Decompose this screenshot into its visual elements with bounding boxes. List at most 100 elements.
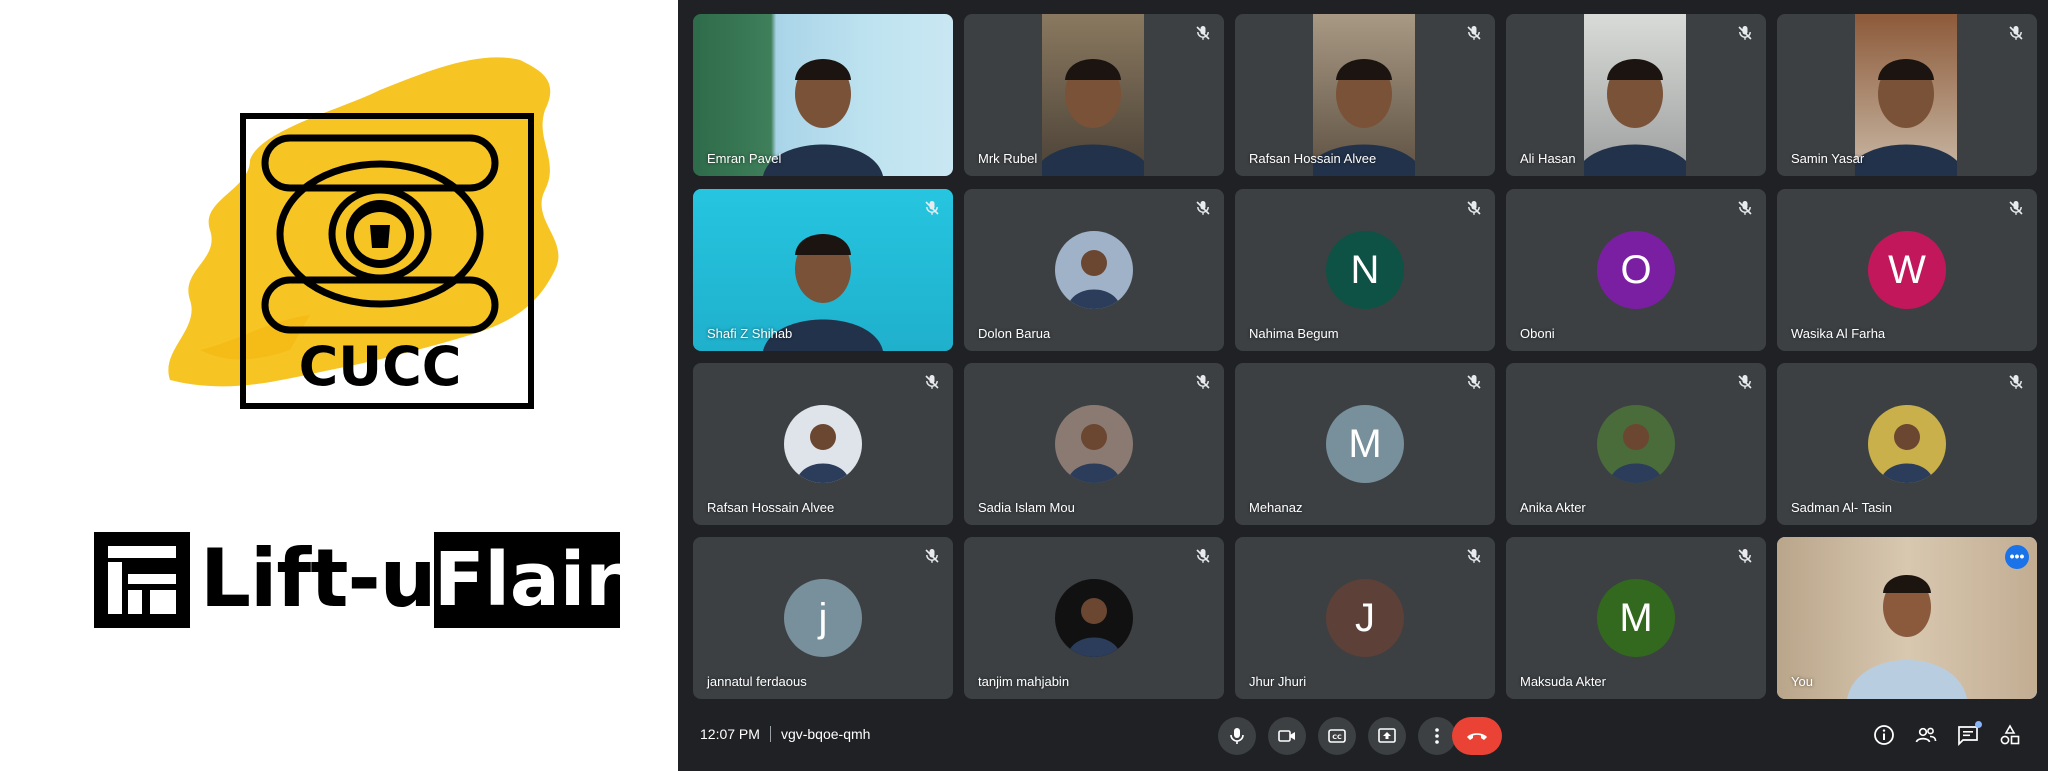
captions-button[interactable]: CC [1318,717,1356,755]
mic-off-icon [2007,24,2025,42]
mic-off-icon [923,199,941,217]
participant-name: Samin Yasar [1791,151,1865,166]
participant-photo-avatar [1055,405,1133,483]
participant-video [1584,14,1686,176]
mic-off-icon [1194,24,1212,42]
activities-icon [2000,724,2020,745]
mic-off-icon [923,547,941,565]
flair-text: Flair [434,537,622,623]
participant-name: Wasika Al Farha [1791,326,1886,341]
divider [769,726,771,742]
svg-text:CC: CC [1332,733,1342,741]
participant-name: Dolon Barua [978,326,1051,341]
present-icon [1378,728,1396,743]
participant-photo-avatar [1055,231,1133,309]
present-button[interactable] [1368,717,1406,755]
participant-tile[interactable]: Shafi Z Shihab [693,189,953,351]
mic-off-icon [923,373,941,391]
participant-name: tanjim mahjabin [978,674,1070,689]
self-tile-options-button[interactable]: ••• [2005,545,2029,569]
participant-name: Ali Hasan [1520,151,1576,166]
participant-tile[interactable]: Mrk Rubel [964,14,1224,176]
participant-tile[interactable]: Rafsan Hossain Alvee [1235,14,1495,176]
participant-name: Shafi Z Shihab [707,326,793,341]
participant-tile[interactable]: Rafsan Hossain Alvee [693,363,953,525]
meeting-info: 12:07 PM vgv-bqoe-qmh [700,726,870,742]
participant-photo-avatar [1868,405,1946,483]
participant-initial-avatar: N [1326,231,1404,309]
leave-call-button[interactable] [1452,717,1502,755]
captions-icon: CC [1328,729,1346,743]
chat-notification-dot [1975,721,1982,728]
more-options-button[interactable] [1418,717,1456,755]
participant-name: Rafsan Hossain Alvee [707,500,835,515]
participant-name: Anika Akter [1520,500,1586,515]
meeting-time: 12:07 PM [700,726,760,742]
participant-tile[interactable]: Dolon Barua [964,189,1224,351]
mic-off-icon [1736,547,1754,565]
participant-name: Emran Pavel [707,151,782,166]
mic-off-icon [1465,547,1483,565]
mic-off-icon [1465,373,1483,391]
participant-name: Mehanaz [1249,500,1303,515]
participant-tile[interactable]: M Mehanaz [1235,363,1495,525]
branding-panel: CUCC Lift-up Flair [0,0,678,771]
microphone-button[interactable] [1218,717,1256,755]
participant-name: Oboni [1520,326,1555,341]
participant-tile[interactable]: Ali Hasan [1506,14,1766,176]
participant-name: jannatul ferdaous [707,674,807,689]
participant-photo-avatar [1055,579,1133,657]
participant-tile[interactable]: J Jhur Jhuri [1235,537,1495,699]
participant-name: Maksuda Akter [1520,674,1606,689]
camera-button[interactable] [1268,717,1306,755]
participant-tile[interactable]: Sadman Al- Tasin [1777,363,2037,525]
participant-name: You [1791,674,1813,689]
liftup-flair-logo: Lift-up Flair [94,530,622,628]
participant-name: Jhur Jhuri [1249,674,1307,689]
participant-tile[interactable]: Anika Akter [1506,363,1766,525]
participant-tile[interactable]: Sadia Islam Mou [964,363,1224,525]
participant-video [1042,14,1144,176]
participant-tile[interactable]: tanjim mahjabin [964,537,1224,699]
participant-photo-avatar [784,405,862,483]
microphone-icon [1230,728,1244,744]
people-icon [1915,727,1937,743]
hang-up-icon [1467,733,1487,740]
mic-off-icon [1194,199,1212,217]
self-video [1777,537,2037,699]
participant-tile[interactable]: Samin Yasar [1777,14,2037,176]
chat-button[interactable] [1956,721,1982,747]
mic-off-icon [1194,373,1212,391]
participant-tile[interactable]: M Maksuda Akter [1506,537,1766,699]
participant-photo-avatar [1597,405,1675,483]
participant-tile[interactable]: j jannatul ferdaous [693,537,953,699]
participant-tile[interactable]: N Nahima Begum [1235,189,1495,351]
participant-name: Rafsan Hossain Alvee [1249,151,1377,166]
meeting-details-button[interactable] [1872,723,1896,747]
mic-off-icon [1465,24,1483,42]
mic-off-icon [1736,373,1754,391]
camera-icon [1278,730,1295,742]
mic-off-icon [1194,547,1212,565]
participant-name: Sadia Islam Mou [978,500,1075,515]
activities-button[interactable] [1998,723,2022,747]
more-vert-icon [1435,728,1439,744]
participant-tile[interactable]: Emran Pavel [693,14,953,176]
participant-name: Nahima Begum [1249,326,1339,341]
mic-off-icon [1465,199,1483,217]
participant-initial-avatar: M [1326,405,1404,483]
participant-initial-avatar: O [1597,231,1675,309]
participant-initial-avatar: j [784,579,862,657]
flair-box: Flair [434,532,622,628]
mic-off-icon [2007,199,2025,217]
participant-tile[interactable]: O Oboni [1506,189,1766,351]
meeting-controls-bar: 12:07 PM vgv-bqoe-qmh CC [678,700,2048,771]
meeting-code: vgv-bqoe-qmh [780,726,871,742]
participant-tile[interactable]: ••• You [1777,537,2037,699]
participant-name: Mrk Rubel [978,151,1038,166]
cucc-logo: CUCC [140,50,580,440]
participant-tile[interactable]: W Wasika Al Farha [1777,189,2037,351]
info-icon [1874,725,1894,745]
people-button[interactable] [1914,723,1938,747]
liftup-icon [94,532,190,628]
